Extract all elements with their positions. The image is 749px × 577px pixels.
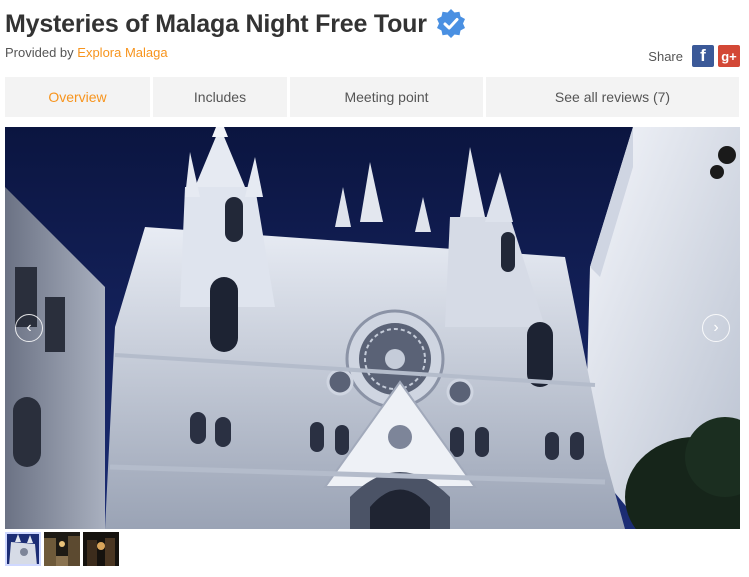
share-label: Share	[648, 48, 683, 64]
chevron-left-icon[interactable]: ‹	[15, 314, 43, 342]
main-photo: ‹ ›	[5, 127, 740, 529]
tab-includes[interactable]: Includes	[153, 77, 287, 117]
provided-by-label: Provided by	[5, 45, 74, 60]
thumbnail-strip	[5, 532, 122, 566]
tab-bar: Overview Includes Meeting point See all …	[5, 77, 739, 117]
thumbnail-street[interactable]	[83, 532, 119, 566]
share-bar: Share f g+	[648, 45, 740, 67]
page-title: Mysteries of Malaga Night Free Tour	[5, 9, 427, 38]
provider-line: Provided by Explora Malaga	[5, 45, 168, 60]
tab-reviews[interactable]: See all reviews (7)	[486, 77, 739, 117]
facebook-icon[interactable]: f	[692, 45, 714, 67]
thumbnail-church[interactable]	[5, 532, 41, 566]
thumbnail-plaza[interactable]	[44, 532, 80, 566]
title-row: Mysteries of Malaga Night Free Tour	[5, 8, 467, 40]
church-illustration	[5, 127, 740, 529]
chevron-right-icon[interactable]: ›	[702, 314, 730, 342]
verified-check-icon	[435, 8, 467, 40]
tab-overview[interactable]: Overview	[5, 77, 150, 117]
google-plus-icon[interactable]: g+	[718, 45, 740, 67]
tab-meeting-point[interactable]: Meeting point	[290, 77, 483, 117]
provider-link[interactable]: Explora Malaga	[77, 45, 167, 60]
